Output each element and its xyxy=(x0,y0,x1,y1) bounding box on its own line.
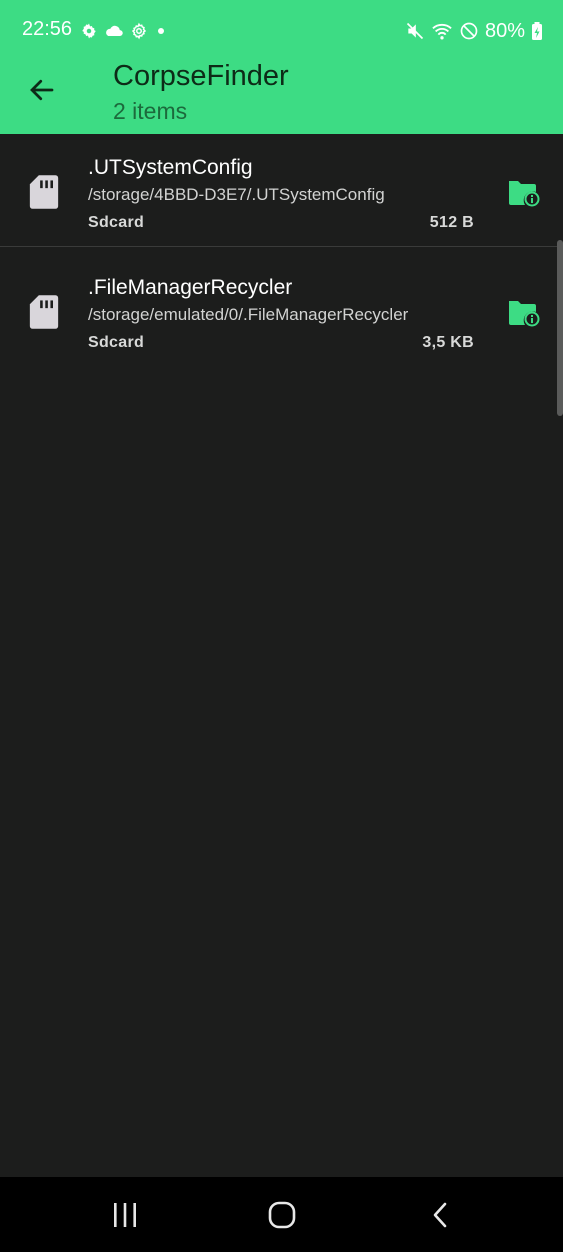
item-name: .FileManagerRecycler xyxy=(88,276,293,299)
item-path: /storage/emulated/0/.FileManagerRecycler xyxy=(88,305,409,324)
cloud-icon xyxy=(106,25,123,36)
recent-apps-icon xyxy=(114,1203,136,1227)
sdcard-icon xyxy=(29,175,59,209)
mute-icon xyxy=(406,22,424,40)
app-bar: CorpseFinder 2 items xyxy=(0,60,563,134)
list-item[interactable]: .UTSystemConfig /storage/4BBD-D3E7/.UTSy… xyxy=(0,134,563,246)
item-path: /storage/4BBD-D3E7/.UTSystemConfig xyxy=(88,185,385,204)
item-count: 2 items xyxy=(113,98,188,124)
scrollbar[interactable] xyxy=(557,240,563,416)
dot-icon xyxy=(158,28,164,34)
corpse-list: .UTSystemConfig /storage/4BBD-D3E7/.UTSy… xyxy=(0,134,563,354)
sdcard-icon xyxy=(29,295,59,329)
chevron-left-icon xyxy=(433,1202,447,1228)
battery-charging-icon xyxy=(532,22,542,40)
back-nav-button[interactable] xyxy=(416,1195,464,1235)
navigation-bar xyxy=(0,1177,563,1252)
item-area: Sdcard xyxy=(88,214,145,231)
item-size: 3,5 KB xyxy=(422,334,474,351)
gear-outline-icon xyxy=(131,22,147,40)
page-title: CorpseFinder xyxy=(113,60,289,92)
status-time: 22:56 xyxy=(22,18,73,40)
home-button[interactable] xyxy=(258,1195,306,1235)
arrow-back-icon xyxy=(30,79,54,101)
folder-info-icon[interactable] xyxy=(507,178,541,208)
screen: 22:56 80% CorpseFinder 2 items .UTSystem… xyxy=(0,0,563,1252)
home-icon xyxy=(268,1201,296,1229)
recent-apps-button[interactable] xyxy=(101,1195,149,1235)
battery-level: 80% xyxy=(484,19,525,42)
folder-info-icon[interactable] xyxy=(507,298,541,328)
back-button[interactable] xyxy=(18,66,66,114)
status-left-icons xyxy=(80,20,168,42)
do-not-disturb-icon xyxy=(460,22,478,40)
list-item[interactable]: .FileManagerRecycler /storage/emulated/0… xyxy=(0,242,563,354)
status-right: 80% xyxy=(405,18,543,44)
settings-icon xyxy=(82,23,96,39)
status-bar: 22:56 80% xyxy=(0,0,563,62)
item-name: .UTSystemConfig xyxy=(88,156,253,179)
item-area: Sdcard xyxy=(88,334,145,351)
wifi-icon xyxy=(432,23,452,40)
item-size: 512 B xyxy=(429,214,474,231)
